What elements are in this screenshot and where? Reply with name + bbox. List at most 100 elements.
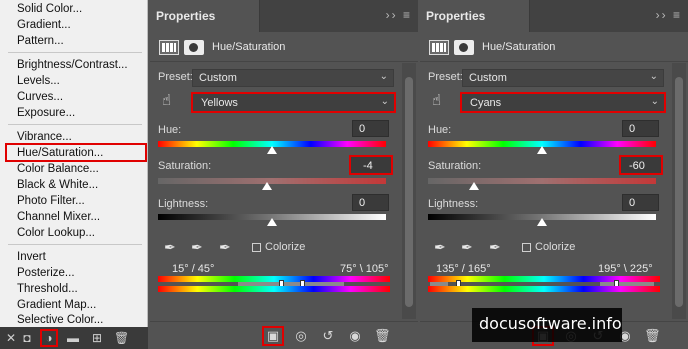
trash-icon[interactable]: 🗑 bbox=[114, 331, 129, 345]
menu-item-exposure[interactable]: Exposure... bbox=[17, 106, 75, 120]
menu-item-pattern[interactable]: Pattern... bbox=[17, 34, 64, 48]
panel-footer: ▣ ◎ ↺ ◉ 🗑 bbox=[150, 321, 418, 349]
hue-label: Hue: bbox=[428, 124, 452, 136]
tab-properties[interactable]: Properties bbox=[150, 0, 260, 32]
menu-item-curves[interactable]: Curves... bbox=[17, 90, 63, 104]
saturation-field[interactable]: -60 bbox=[619, 155, 663, 175]
adjustment-layer-icon[interactable]: ◑ bbox=[40, 329, 58, 347]
preset-dropdown[interactable]: Custom ⌄ bbox=[462, 69, 664, 87]
link-icon[interactable]: ✕ bbox=[4, 331, 18, 345]
preset-label: Preset: bbox=[428, 71, 463, 83]
adjustment-icon[interactable] bbox=[429, 40, 449, 55]
range-right-label: 75° \ 105° bbox=[340, 263, 389, 275]
panel-scrollbar[interactable] bbox=[672, 63, 686, 319]
lightness-field[interactable]: 0 bbox=[352, 194, 389, 211]
lightness-value: 0 bbox=[359, 197, 366, 209]
hand-target-icon[interactable]: ☝ bbox=[432, 92, 448, 110]
menu-item-gradient[interactable]: Gradient... bbox=[17, 18, 71, 32]
preset-value: Custom bbox=[469, 72, 507, 84]
hue-field[interactable]: 0 bbox=[352, 120, 389, 137]
channel-value: Yellows bbox=[201, 97, 238, 109]
lightness-value: 0 bbox=[629, 197, 636, 209]
range-left-label: 135° / 165° bbox=[436, 263, 491, 275]
mask-icon[interactable] bbox=[454, 40, 474, 55]
menu-item-threshold[interactable]: Threshold... bbox=[17, 282, 78, 296]
mask-icon[interactable] bbox=[184, 40, 204, 55]
panel-scrollbar[interactable] bbox=[402, 63, 416, 319]
menu-item-black-white[interactable]: Black & White... bbox=[17, 178, 98, 192]
menu-item-posterize[interactable]: Posterize... bbox=[17, 266, 75, 280]
trash-icon[interactable]: 🗑 bbox=[644, 328, 661, 344]
preset-value: Custom bbox=[199, 72, 237, 84]
menu-item-levels[interactable]: Levels... bbox=[17, 74, 60, 88]
hand-target-icon[interactable]: ☝ bbox=[162, 92, 178, 110]
eyedropper-minus-icon[interactable]: ✒ bbox=[489, 238, 505, 256]
layer-mask-icon[interactable]: ◘ bbox=[20, 331, 34, 345]
menu-item-invert[interactable]: Invert bbox=[17, 250, 46, 264]
properties-panel-cyans: Properties ›› ≡ Hue/Saturation Preset: C… bbox=[420, 0, 688, 349]
reset-icon[interactable]: ↺ bbox=[320, 328, 336, 344]
hue-field[interactable]: 0 bbox=[622, 120, 659, 137]
saturation-field[interactable]: -4 bbox=[349, 155, 393, 175]
menu-item-brightness-contrast[interactable]: Brightness/Contrast... bbox=[17, 58, 128, 72]
preset-dropdown[interactable]: Custom ⌄ bbox=[192, 69, 394, 87]
menu-item-vibrance[interactable]: Vibrance... bbox=[17, 130, 72, 144]
saturation-slider-thumb[interactable] bbox=[262, 182, 273, 190]
eyedropper-icon[interactable]: ✒ bbox=[164, 238, 180, 256]
hue-value: 0 bbox=[359, 123, 366, 135]
chevron-down-icon: ⌄ bbox=[379, 71, 388, 82]
visibility-eye-icon[interactable]: ◉ bbox=[347, 328, 363, 344]
range-right-label: 195° \ 225° bbox=[598, 263, 653, 275]
menu-item-gradient-map[interactable]: Gradient Map... bbox=[17, 298, 96, 312]
panel-tab-bar: Properties ›› ≡ bbox=[420, 0, 688, 32]
trash-icon[interactable]: 🗑 bbox=[374, 328, 391, 344]
saturation-value: -60 bbox=[629, 160, 645, 172]
colorize-label: Colorize bbox=[265, 241, 306, 253]
screenshot-stage: Solid Color... Gradient... Pattern... Br… bbox=[0, 0, 688, 349]
lightness-slider-thumb[interactable] bbox=[267, 218, 277, 226]
saturation-slider[interactable] bbox=[428, 178, 656, 184]
menu-item-color-balance[interactable]: Color Balance... bbox=[17, 162, 99, 176]
view-previous-icon[interactable]: ◎ bbox=[293, 328, 309, 344]
adjustment-icon[interactable] bbox=[159, 40, 179, 55]
menu-item-photo-filter[interactable]: Photo Filter... bbox=[17, 194, 85, 208]
tab-label: Properties bbox=[156, 9, 216, 23]
hue-slider-thumb[interactable] bbox=[267, 146, 277, 154]
hue-slider-thumb[interactable] bbox=[537, 146, 547, 154]
panel-header: Hue/Saturation bbox=[150, 32, 418, 62]
chevron-down-icon: ⌄ bbox=[650, 96, 659, 107]
eyedropper-icon[interactable]: ✒ bbox=[434, 238, 450, 256]
eyedropper-minus-icon[interactable]: ✒ bbox=[219, 238, 235, 256]
panel-title: Hue/Saturation bbox=[212, 41, 286, 53]
tab-properties[interactable]: Properties bbox=[420, 0, 530, 32]
colorize-checkbox[interactable] bbox=[252, 243, 261, 252]
hue-value: 0 bbox=[629, 123, 636, 135]
clip-to-layer-icon[interactable]: ▣ bbox=[262, 326, 284, 346]
panel-header: Hue/Saturation bbox=[420, 32, 688, 62]
saturation-slider-thumb[interactable] bbox=[468, 182, 479, 190]
menu-item-channel-mixer[interactable]: Channel Mixer... bbox=[17, 210, 100, 224]
lightness-slider-thumb[interactable] bbox=[537, 218, 547, 226]
tab-label: Properties bbox=[426, 9, 486, 23]
panel-menu-icon[interactable]: ›› ≡ bbox=[386, 8, 412, 22]
preset-label: Preset: bbox=[158, 71, 193, 83]
saturation-value: -4 bbox=[363, 160, 373, 172]
menu-item-color-lookup[interactable]: Color Lookup... bbox=[17, 226, 95, 240]
eyedropper-plus-icon[interactable]: ✒ bbox=[461, 238, 477, 256]
panel-menu-icon[interactable]: ›› ≡ bbox=[656, 8, 682, 22]
folder-icon[interactable]: ▬ bbox=[66, 331, 80, 345]
menu-item-selective-color[interactable]: Selective Color... bbox=[17, 313, 103, 327]
new-layer-icon[interactable]: ⊞ bbox=[90, 331, 104, 345]
menu-item-solid-color[interactable]: Solid Color... bbox=[17, 2, 82, 16]
eyedropper-plus-icon[interactable]: ✒ bbox=[191, 238, 207, 256]
hue-label: Hue: bbox=[158, 124, 182, 136]
channel-dropdown[interactable]: Cyans ⌄ bbox=[460, 92, 666, 113]
colorize-checkbox[interactable] bbox=[522, 243, 531, 252]
watermark-text: docusoftware.info bbox=[479, 314, 622, 333]
lightness-field[interactable]: 0 bbox=[622, 194, 659, 211]
channel-dropdown[interactable]: Yellows ⌄ bbox=[191, 92, 396, 113]
output-spectrum bbox=[158, 286, 390, 292]
chevron-down-icon: ⌄ bbox=[649, 71, 658, 82]
saturation-label: Saturation: bbox=[428, 160, 482, 172]
saturation-label: Saturation: bbox=[158, 160, 212, 172]
